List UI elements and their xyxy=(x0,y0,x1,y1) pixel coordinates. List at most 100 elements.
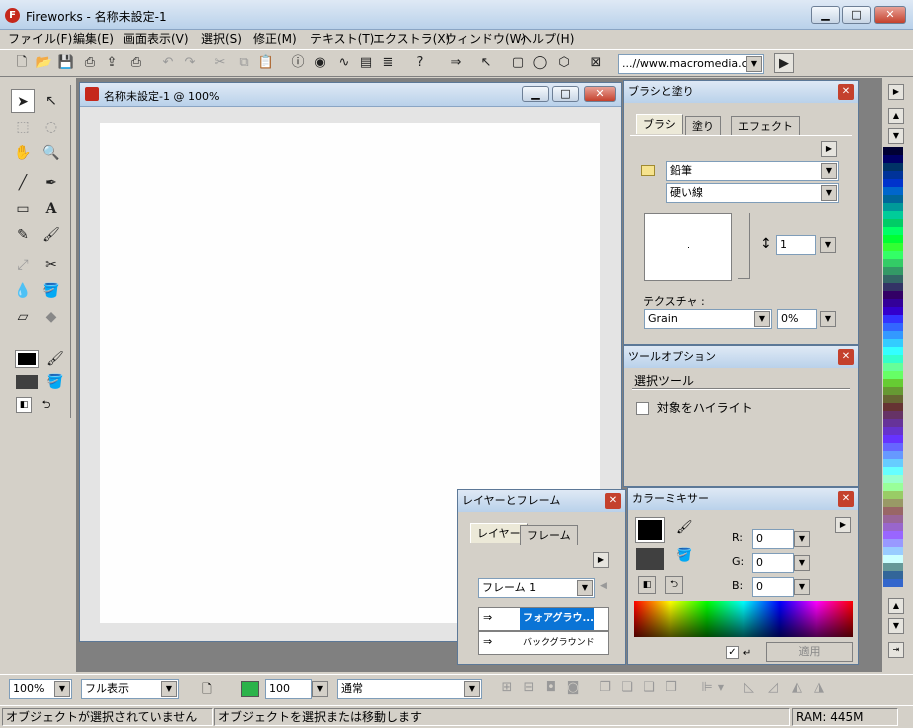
zoom-select[interactable]: 100% ▼ xyxy=(9,679,72,699)
color-swatch[interactable] xyxy=(883,347,903,355)
color-swatch[interactable] xyxy=(883,363,903,371)
brush-size-input[interactable]: 1 xyxy=(776,235,816,255)
cut-icon[interactable]: ✂ xyxy=(210,53,230,73)
chevron-down-icon[interactable]: ▼ xyxy=(754,311,770,327)
color-swatches[interactable] xyxy=(883,147,903,589)
brush-size-slider[interactable] xyxy=(738,213,750,279)
align-left-icon[interactable]: ⊫ xyxy=(697,678,717,698)
opacity-input[interactable]: 100 xyxy=(265,679,312,699)
brush-category-select[interactable]: 鉛筆 ▼ xyxy=(666,161,839,181)
save-icon[interactable]: 💾 xyxy=(56,53,76,73)
layer-visibility-icon[interactable]: ⇒ xyxy=(483,635,492,648)
layer-row[interactable]: ⇒ フォアグラウ... xyxy=(478,607,609,631)
layer-row[interactable]: ⇒ バックグラウンド xyxy=(478,631,609,655)
export-icon[interactable]: ⇪ xyxy=(102,53,122,73)
color-swatch[interactable] xyxy=(883,179,903,187)
g-input[interactable]: 0 xyxy=(752,553,794,573)
color-swatch[interactable] xyxy=(883,331,903,339)
maximize-button[interactable]: □ xyxy=(842,6,871,24)
default-colors-icon[interactable]: ◧ xyxy=(16,397,32,413)
blend-mode-select[interactable]: 通常 ▼ xyxy=(337,679,482,699)
bring-forward-icon[interactable]: ❏ xyxy=(617,678,637,698)
swap-colors-icon[interactable]: ⮌ xyxy=(665,576,683,594)
menu-file[interactable]: ファイル(F) xyxy=(4,30,76,48)
color-swatch[interactable] xyxy=(883,155,903,163)
color-swatch[interactable] xyxy=(883,395,903,403)
color-swatch[interactable] xyxy=(883,243,903,251)
color-swatch[interactable] xyxy=(883,411,903,419)
color-spectrum[interactable] xyxy=(634,601,853,637)
color-swatch[interactable] xyxy=(883,267,903,275)
color-swatch[interactable] xyxy=(883,579,903,587)
color-swatch[interactable] xyxy=(883,523,903,531)
frame-select[interactable]: フレーム 1 ▼ xyxy=(478,578,595,598)
color-swatch[interactable] xyxy=(883,211,903,219)
brush-type-select[interactable]: 硬い線 ▼ xyxy=(666,183,839,203)
undo-icon[interactable]: ↶ xyxy=(158,53,178,73)
rectangle-tool-icon[interactable]: ▭ xyxy=(11,197,35,221)
view-select[interactable]: フル表示 ▼ xyxy=(81,679,179,699)
chevron-down-icon[interactable]: ▼ xyxy=(794,579,810,595)
lasso-tool-icon[interactable]: ◌ xyxy=(39,115,63,139)
doc-close-button[interactable]: ✕ xyxy=(584,86,616,102)
swatches-menu-icon[interactable]: ▶ xyxy=(888,84,904,100)
color-swatch[interactable] xyxy=(883,195,903,203)
subselect-tool-icon[interactable]: ↖ xyxy=(39,89,63,113)
brush-panel-close-icon[interactable]: ✕ xyxy=(838,84,854,100)
mixer-fill-swatch[interactable] xyxy=(636,548,664,570)
fill-color-swatch[interactable] xyxy=(16,375,38,389)
color-swatch[interactable] xyxy=(883,227,903,235)
join-icon[interactable]: ◘ xyxy=(541,678,561,698)
flip-vertical-icon[interactable]: ◮ xyxy=(809,678,829,698)
color-swatch[interactable] xyxy=(883,571,903,579)
send-back-icon[interactable]: ❒ xyxy=(661,678,681,698)
new-file-icon[interactable]: 🗋 xyxy=(12,53,32,73)
apply-button[interactable]: 適用 xyxy=(766,642,853,662)
texture-amount-input[interactable]: 0% xyxy=(777,309,817,329)
group-icon[interactable]: ⊞ xyxy=(497,678,517,698)
menu-edit[interactable]: 編集(E) xyxy=(69,30,118,48)
tab-fill[interactable]: 塗り xyxy=(685,116,721,136)
pointer-tool-icon[interactable]: ➤ xyxy=(11,89,35,113)
close-button[interactable]: ✕ xyxy=(874,6,906,24)
color-swatch[interactable] xyxy=(883,283,903,291)
rotate-cw-icon[interactable]: ◿ xyxy=(763,678,783,698)
chevron-down-icon[interactable]: ▼ xyxy=(161,681,177,697)
marquee-tool-icon[interactable]: ⬚ xyxy=(11,115,35,139)
url-select[interactable]: ...//www.macromedia.c ▼ xyxy=(618,54,764,74)
menu-view[interactable]: 画面表示(V) xyxy=(119,30,193,48)
color-swatch[interactable] xyxy=(883,203,903,211)
tab-effect[interactable]: エフェクト xyxy=(731,116,800,136)
color-swatch[interactable] xyxy=(883,251,903,259)
chevron-down-icon[interactable]: ▼ xyxy=(577,580,593,596)
redo-icon[interactable]: ↷ xyxy=(180,53,200,73)
stroke-icon[interactable]: ∿ xyxy=(334,53,354,73)
color-swatch[interactable] xyxy=(883,307,903,315)
open-folder-icon[interactable]: 📂 xyxy=(34,53,54,73)
menu-text[interactable]: テキスト(T) xyxy=(306,30,378,48)
highlight-checkbox[interactable] xyxy=(636,402,649,415)
color-swatch[interactable] xyxy=(883,507,903,515)
play-icon[interactable]: ▶ xyxy=(774,53,794,73)
color-swatch[interactable] xyxy=(883,315,903,323)
color-mixer-close-icon[interactable]: ✕ xyxy=(838,491,854,507)
color-swatch[interactable] xyxy=(883,235,903,243)
hand-tool-icon[interactable]: ✋ xyxy=(11,141,35,165)
paste-icon[interactable]: 📋 xyxy=(256,53,276,73)
chevron-down-icon[interactable]: ▼ xyxy=(464,681,480,697)
b-input[interactable]: 0 xyxy=(752,577,794,597)
eyedropper-tool-icon[interactable]: 💧 xyxy=(11,279,35,303)
color-swatch[interactable] xyxy=(883,163,903,171)
hotspot-circle-icon[interactable]: ◯ xyxy=(530,53,550,73)
pen-tool-icon[interactable]: ✒ xyxy=(39,171,63,195)
menu-select[interactable]: 選択(S) xyxy=(197,30,246,48)
color-swatch[interactable] xyxy=(883,171,903,179)
color-swatch[interactable] xyxy=(883,275,903,283)
apply-checkbox[interactable]: ✓ xyxy=(726,646,739,659)
ungroup-icon[interactable]: ⊟ xyxy=(519,678,539,698)
texture-select[interactable]: Grain ▼ xyxy=(644,309,772,329)
slice-icon[interactable]: ⊠ xyxy=(586,53,606,73)
rubber-stamp-tool-icon[interactable]: ◆ xyxy=(39,305,63,329)
styles-icon[interactable]: ▤ xyxy=(356,53,376,73)
chevron-down-icon[interactable]: ▼ xyxy=(821,163,837,179)
